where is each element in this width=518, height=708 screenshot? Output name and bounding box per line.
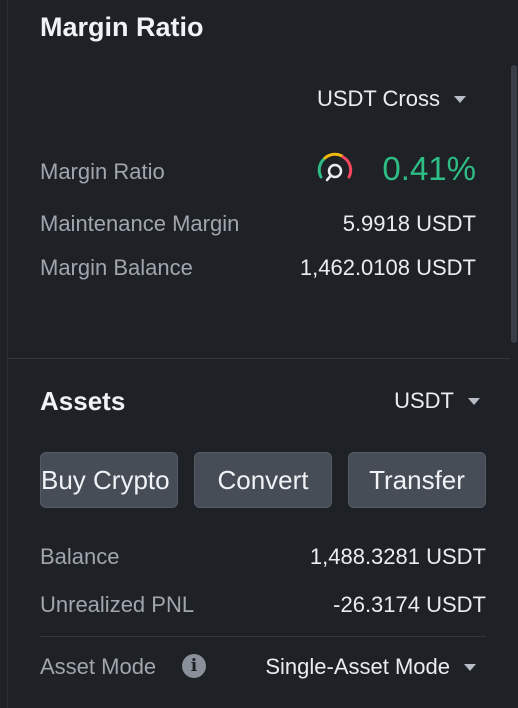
balance-label: Balance xyxy=(40,544,120,569)
info-icon[interactable]: i xyxy=(182,654,206,678)
caret-down-icon xyxy=(468,397,480,405)
convert-button[interactable]: Convert xyxy=(194,452,332,508)
row-divider xyxy=(40,636,486,637)
margin-ratio-value: 0.41% xyxy=(382,150,476,187)
maintenance-margin-label: Maintenance Margin xyxy=(40,211,240,236)
asset-mode-value: Single-Asset Mode xyxy=(265,654,450,679)
margin-balance-label: Margin Balance xyxy=(40,255,193,280)
unrealized-pnl-value: -26.3174 USDT xyxy=(333,592,486,617)
assets-currency-label: USDT xyxy=(394,388,454,413)
maintenance-margin-value: 5.9918 USDT xyxy=(342,211,476,236)
section-divider xyxy=(8,358,510,359)
margin-balance-value: 1,462.0108 USDT xyxy=(299,255,476,280)
unrealized-pnl-label: Unrealized PNL xyxy=(40,592,195,617)
margin-ratio-label: Margin Ratio xyxy=(40,159,165,184)
scrollbar-thumb[interactable] xyxy=(511,65,517,343)
asset-mode-dropdown[interactable]: Single-Asset Mode xyxy=(265,654,476,680)
asset-mode-label: Asset Mode xyxy=(40,654,157,679)
margin-mode-dropdown[interactable]: USDT Cross xyxy=(317,86,466,112)
caret-down-icon xyxy=(454,95,466,103)
speedometer-gauge-icon xyxy=(317,152,353,182)
caret-down-icon xyxy=(464,663,476,671)
assets-currency-dropdown[interactable]: USDT xyxy=(394,388,480,414)
buy-crypto-button[interactable]: Buy Crypto xyxy=(40,452,178,508)
margin-ratio-title: Margin Ratio xyxy=(40,12,204,42)
margin-mode-label: USDT Cross xyxy=(316,86,440,111)
balance-value: 1,488.3281 USDT xyxy=(309,544,486,569)
assets-title: Assets xyxy=(40,386,126,416)
transfer-button[interactable]: Transfer xyxy=(348,452,486,508)
